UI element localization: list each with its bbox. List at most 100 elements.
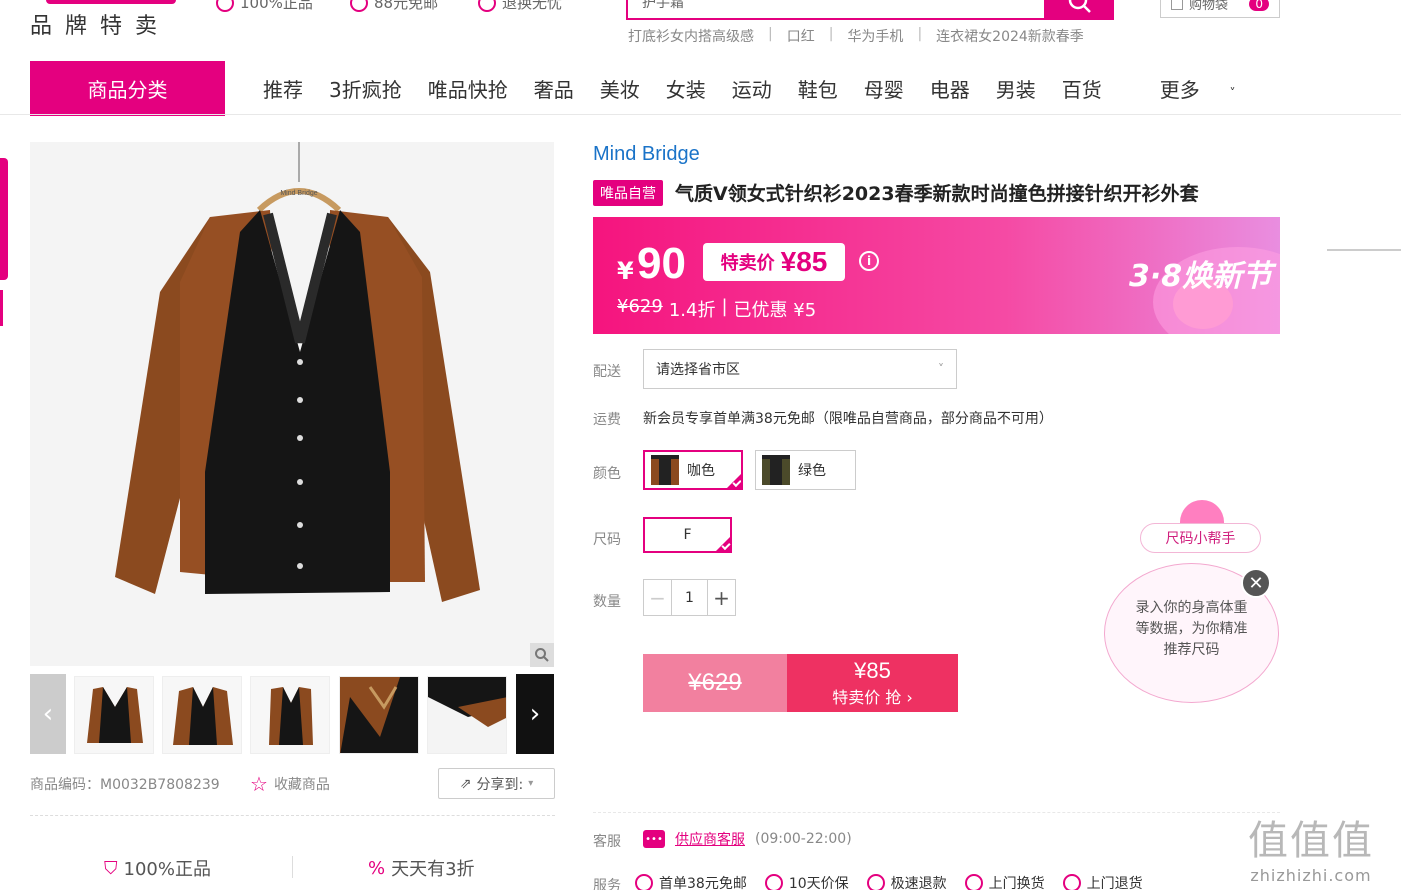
nav-item[interactable]: 母婴 bbox=[851, 74, 917, 103]
main-nav: 推荐 3折疯抢 唯品快抢 奢品 美妆 女装 运动 鞋包 母婴 电器 男装 百货 … bbox=[250, 61, 1262, 116]
side-tab[interactable] bbox=[0, 158, 8, 280]
watermark: 值值值 zhizhizhi.com bbox=[1248, 808, 1374, 885]
services-label: 服务 bbox=[593, 878, 621, 890]
color-swatch-image bbox=[651, 455, 679, 485]
zoom-button[interactable] bbox=[530, 643, 554, 667]
share-button[interactable]: ⇗ 分享到: ▾ bbox=[438, 768, 555, 799]
region-select[interactable]: 请选择省市区 ˅ bbox=[643, 349, 957, 389]
color-option-coffee[interactable]: 咖色 bbox=[643, 450, 743, 490]
nav-more[interactable]: 更多 ˅ bbox=[1115, 74, 1262, 103]
promise-label: 退换无忧 bbox=[502, 0, 563, 12]
nav-item[interactable]: 电器 bbox=[917, 74, 983, 103]
nav-item[interactable]: 百货 bbox=[1049, 74, 1115, 103]
service-item: 10天价保 bbox=[764, 873, 849, 890]
supplier-service-link[interactable]: 供应商客服 bbox=[675, 829, 745, 849]
shipping-info: 新会员专享首单满38元免邮（限唯品自营商品，部分商品不可用） bbox=[643, 411, 1053, 427]
search-button[interactable] bbox=[1046, 0, 1114, 20]
color-option-label: 咖色 bbox=[687, 463, 715, 479]
quantity-label: 数量 bbox=[593, 594, 621, 610]
buy-now-button[interactable]: ¥85 特卖价 抢 › bbox=[787, 654, 958, 712]
thumbnail-image bbox=[428, 677, 506, 753]
quantity-value[interactable]: 1 bbox=[672, 590, 707, 606]
hot-word[interactable]: 口红 bbox=[787, 26, 815, 46]
promise-daily-discount: % 天天有3折 bbox=[368, 855, 475, 881]
festival-logo: 3·8焕新节 bbox=[1129, 259, 1273, 294]
delivery-label: 配送 bbox=[593, 364, 621, 380]
close-icon[interactable]: ✕ bbox=[1241, 568, 1271, 598]
favorite-button[interactable]: ☆ 收藏商品 bbox=[250, 772, 330, 796]
special-price-value: ¥85 bbox=[780, 246, 828, 277]
selected-check-icon bbox=[715, 536, 731, 552]
price-banner: ¥ 90 特卖价 ¥85 i ¥629 1.4折 | 已优惠 ¥5 3·8焕新节 bbox=[593, 217, 1280, 334]
nav-item[interactable]: 女装 bbox=[653, 74, 719, 103]
share-icon: ⇗ bbox=[459, 775, 472, 792]
quantity-stepper: − 1 + bbox=[643, 579, 736, 616]
search-input[interactable]: 护手霜 bbox=[626, 0, 1046, 20]
cart-label: 购物袋 bbox=[1189, 0, 1229, 13]
check-circle-icon bbox=[866, 874, 885, 890]
share-label: 分享到: bbox=[476, 776, 524, 793]
nav-item[interactable]: 鞋包 bbox=[785, 74, 851, 103]
product-title: 气质V领女式针织衫2023春季新款时尚撞色拼接针织开衫外套 bbox=[675, 183, 1199, 205]
free-shipping-icon bbox=[350, 0, 368, 12]
nav-item[interactable]: 男装 bbox=[983, 74, 1049, 103]
chevron-left-icon: ‹ bbox=[42, 699, 54, 729]
price-details: ¥629 1.4折 | 已优惠 ¥5 bbox=[617, 296, 816, 322]
thumbnail-prev-button[interactable]: ‹ bbox=[30, 674, 66, 754]
return-icon bbox=[478, 0, 496, 12]
hot-word[interactable]: 连衣裙女2024新款春季 bbox=[936, 26, 1084, 46]
quantity-increase-button[interactable]: + bbox=[707, 580, 735, 615]
nav-item[interactable]: 奢品 bbox=[521, 74, 587, 103]
category-button[interactable]: 商品分类 bbox=[30, 61, 225, 116]
hanger-brand-text: Mind Bridge bbox=[280, 190, 317, 197]
thumbnail[interactable] bbox=[339, 676, 419, 754]
region-select-value: 请选择省市区 bbox=[656, 362, 740, 378]
thumbnail-image bbox=[173, 687, 233, 745]
color-option-green[interactable]: 绿色 bbox=[755, 450, 856, 490]
current-price: 90 bbox=[637, 239, 686, 288]
product-main-image[interactable]: Mind Bridge bbox=[30, 142, 554, 666]
check-circle-icon bbox=[1062, 874, 1081, 890]
caret-down-icon: ▾ bbox=[528, 778, 534, 789]
quantity-decrease-button[interactable]: − bbox=[644, 580, 672, 615]
original-price: ¥629 bbox=[617, 296, 663, 317]
nav-item[interactable]: 唯品快抢 bbox=[415, 74, 521, 103]
chevron-down-icon: ˅ bbox=[938, 362, 944, 376]
brand-link[interactable]: Mind Bridge bbox=[593, 143, 700, 166]
thumbnail[interactable] bbox=[427, 676, 507, 754]
size-helper-button[interactable]: 尺码小帮手 bbox=[1140, 523, 1261, 553]
size-option-f[interactable]: F bbox=[643, 517, 732, 553]
nav-divider bbox=[0, 114, 1401, 115]
thumbnail[interactable] bbox=[250, 676, 330, 754]
favorite-label: 收藏商品 bbox=[273, 777, 330, 793]
nav-item[interactable]: 美妆 bbox=[587, 74, 653, 103]
logo-tagline: 品牌特卖 bbox=[30, 14, 171, 39]
chat-icon: ••• bbox=[643, 830, 665, 848]
logo-mark[interactable] bbox=[46, 0, 176, 4]
price-separator: | bbox=[721, 296, 728, 317]
nav-item[interactable]: 运动 bbox=[719, 74, 785, 103]
nav-item[interactable]: 推荐 bbox=[250, 74, 316, 103]
thumbnail-next-button[interactable]: › bbox=[516, 674, 554, 754]
hot-word[interactable]: 打底衫女内搭高级感 bbox=[628, 26, 754, 46]
search-input-value: 护手霜 bbox=[642, 0, 684, 11]
percent-icon: % bbox=[368, 857, 386, 879]
cart-button[interactable]: 购物袋 0 bbox=[1160, 0, 1280, 18]
self-operated-badge: 唯品自营 bbox=[593, 180, 663, 206]
buy-price: ¥85 bbox=[854, 658, 891, 683]
thumbnail[interactable] bbox=[74, 676, 154, 754]
size-helper-text: 录入你的身高体重等数据，为你精准推荐尺码 bbox=[1135, 600, 1248, 658]
hot-word[interactable]: 华为手机 bbox=[847, 26, 903, 46]
discount-rate: 1.4折 bbox=[668, 300, 716, 321]
watermark-logo: 值值值 bbox=[1248, 818, 1374, 864]
divider bbox=[292, 856, 293, 878]
divider bbox=[1327, 249, 1401, 251]
divider bbox=[593, 812, 1280, 813]
thumbnail[interactable] bbox=[162, 676, 242, 754]
original-price-button[interactable]: ¥629 bbox=[643, 654, 787, 712]
promise-returns: 退换无忧 bbox=[478, 0, 562, 13]
special-price-tag: 特卖价 ¥85 bbox=[703, 243, 845, 281]
nav-item[interactable]: 3折疯抢 bbox=[316, 74, 415, 103]
shield-icon bbox=[216, 0, 234, 12]
info-icon[interactable]: i bbox=[859, 251, 879, 271]
